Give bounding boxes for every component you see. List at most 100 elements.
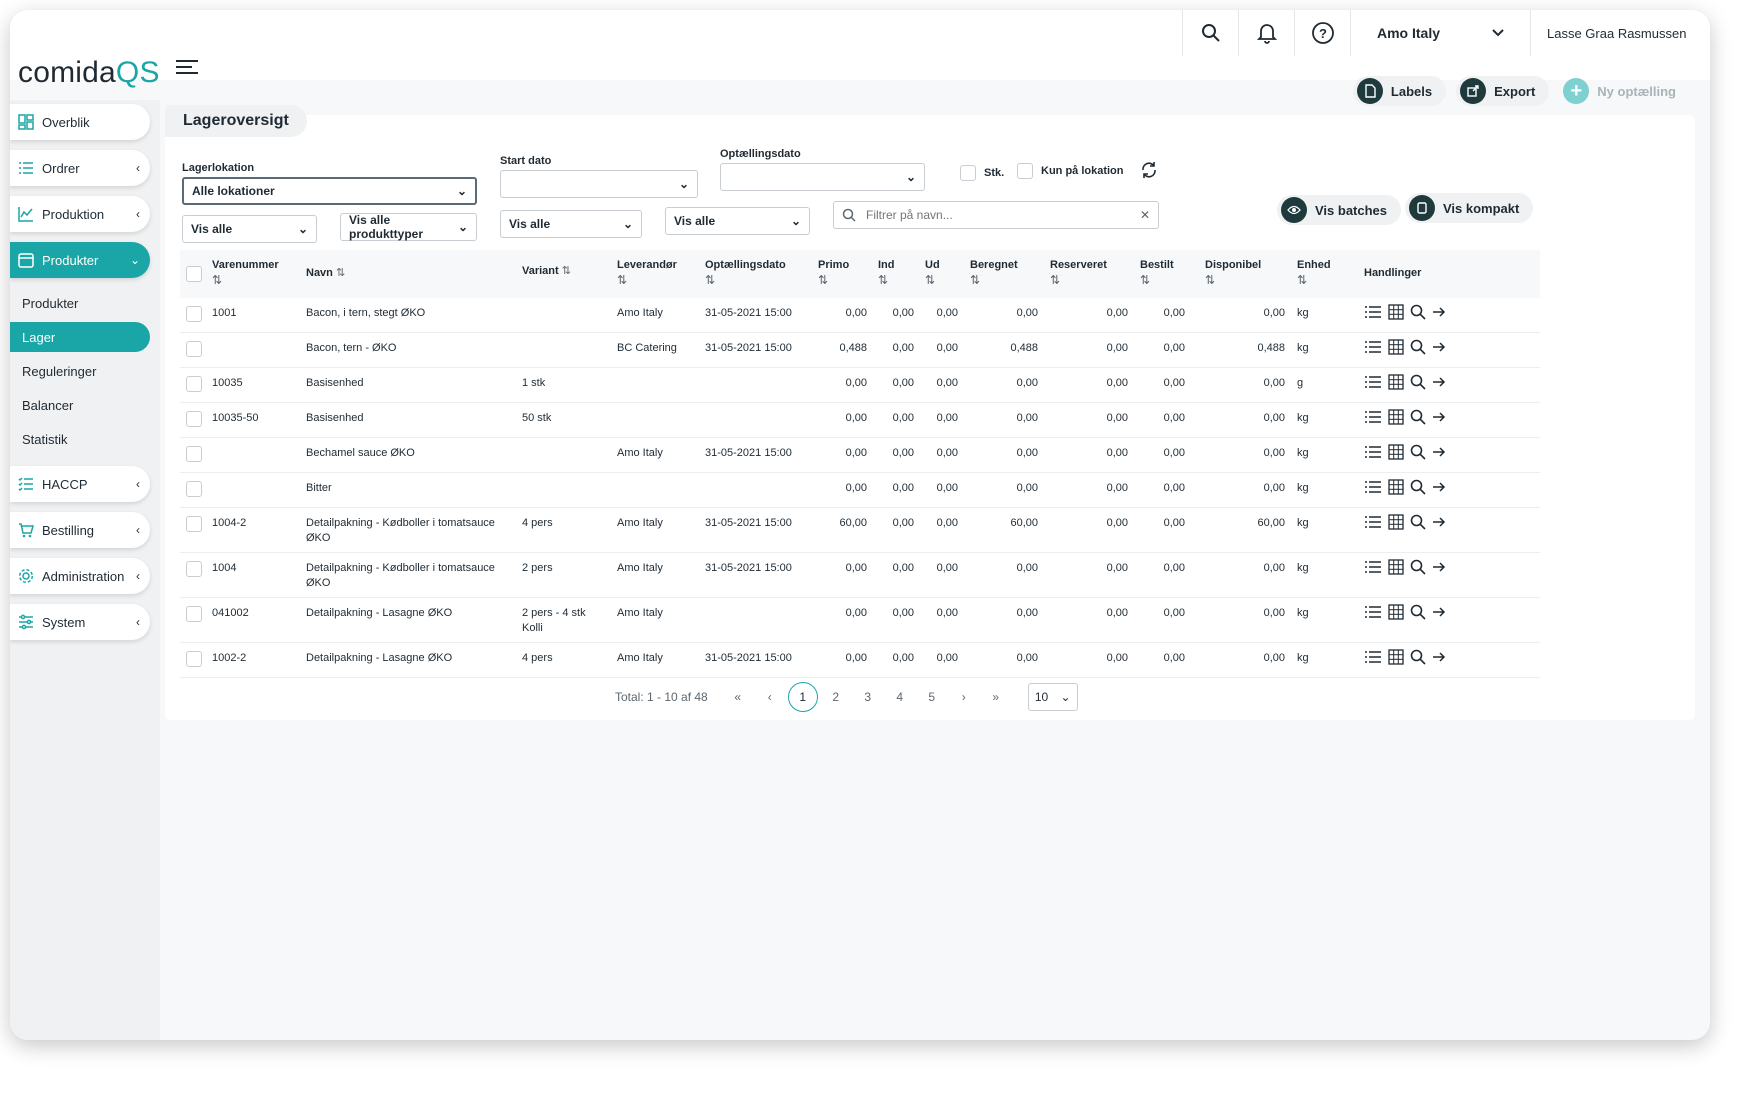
select-all-checkbox[interactable] <box>186 266 202 282</box>
grid-icon[interactable] <box>1388 409 1404 428</box>
sidebar-item-administration[interactable]: Administration ‹ <box>10 558 150 594</box>
col-ud[interactable]: Ud ⇅ <box>925 258 940 288</box>
sidebar-subitem-statistik[interactable]: Statistik <box>10 424 150 454</box>
app-logo[interactable]: comidaQS <box>18 56 160 90</box>
search-icon[interactable] <box>1410 339 1426 358</box>
location-selector[interactable]: Amo Italy <box>1350 10 1530 56</box>
col-beregnet[interactable]: Beregnet ⇅ <box>970 258 1018 288</box>
stk-toggle[interactable]: Stk. <box>960 165 1004 181</box>
sort-icon[interactable]: ⇅ <box>1050 273 1107 288</box>
list-icon[interactable] <box>1364 480 1382 497</box>
col-optaellingsdato[interactable]: Optællingsdato ⇅ <box>705 258 786 288</box>
lagerlokation-select[interactable]: Alle lokationer ⌄ <box>182 177 477 205</box>
row-checkbox[interactable] <box>186 306 202 322</box>
grid-icon[interactable] <box>1388 514 1404 533</box>
start-dato-select[interactable]: ⌄ <box>500 170 698 198</box>
arrow-right-icon[interactable] <box>1432 516 1446 531</box>
arrow-right-icon[interactable] <box>1432 606 1446 621</box>
arrow-right-icon[interactable] <box>1432 561 1446 576</box>
menu-toggle-icon[interactable] <box>176 60 198 78</box>
sort-icon[interactable]: ⇅ <box>925 273 940 288</box>
row-checkbox[interactable] <box>186 446 202 462</box>
sort-icon[interactable]: ⇅ <box>1205 273 1261 288</box>
page-button[interactable]: 5 <box>916 690 948 704</box>
page-button[interactable]: 1 <box>787 682 818 712</box>
export-button[interactable]: Export <box>1456 76 1550 106</box>
search-icon[interactable] <box>1410 604 1426 623</box>
sidebar-subitem-reguleringer[interactable]: Reguleringer <box>10 356 150 386</box>
row-checkbox[interactable] <box>186 561 202 577</box>
sidebar-subitem-produkter[interactable]: Produkter <box>10 288 150 318</box>
sidebar-subitem-lager[interactable]: Lager <box>10 322 150 352</box>
sort-icon[interactable]: ⇅ <box>336 267 345 279</box>
arrow-right-icon[interactable] <box>1432 446 1446 461</box>
col-leverandor[interactable]: Leverandør ⇅ <box>617 258 677 288</box>
sidebar-item-produkter[interactable]: Produkter ⌄ <box>10 242 150 278</box>
sort-icon[interactable]: ⇅ <box>1297 273 1331 288</box>
user-name[interactable]: Lasse Graa Rasmussen <box>1530 10 1710 56</box>
search-icon[interactable] <box>1410 444 1426 463</box>
last-page-icon[interactable]: » <box>980 690 1012 704</box>
search-icon[interactable] <box>1410 409 1426 428</box>
vis-alle-select-3[interactable]: Vis alle ⌄ <box>665 207 810 235</box>
search-icon[interactable] <box>1410 304 1426 323</box>
list-icon[interactable] <box>1364 445 1382 462</box>
list-icon[interactable] <box>1364 305 1382 322</box>
list-icon[interactable] <box>1364 560 1382 577</box>
vis-batches-button[interactable]: Vis batches <box>1277 195 1402 225</box>
search-icon[interactable] <box>1182 10 1238 56</box>
col-varenummer[interactable]: Varenummer ⇅ <box>212 258 279 288</box>
col-ind[interactable]: Ind ⇅ <box>878 258 895 288</box>
sidebar-item-ordrer[interactable]: Ordrer ‹ <box>10 150 150 186</box>
bell-icon[interactable] <box>1238 10 1294 56</box>
page-size-select[interactable]: 10 ⌄ <box>1027 683 1078 711</box>
grid-icon[interactable] <box>1388 304 1404 323</box>
arrow-right-icon[interactable] <box>1432 376 1446 391</box>
col-reserveret[interactable]: Reserveret ⇅ <box>1050 258 1107 288</box>
page-button[interactable]: 3 <box>852 690 884 704</box>
new-count-button[interactable]: + Ny optælling <box>1559 76 1690 106</box>
prev-page-icon[interactable]: ‹ <box>754 690 786 704</box>
grid-icon[interactable] <box>1388 444 1404 463</box>
search-icon[interactable] <box>1410 479 1426 498</box>
list-icon[interactable] <box>1364 410 1382 427</box>
sidebar-item-produktion[interactable]: Produktion ‹ <box>10 196 150 232</box>
first-page-icon[interactable]: « <box>722 690 754 704</box>
page-button[interactable]: 4 <box>884 690 916 704</box>
search-field[interactable]: ✕ <box>833 201 1159 229</box>
arrow-right-icon[interactable] <box>1432 411 1446 426</box>
stk-checkbox[interactable] <box>960 165 976 181</box>
grid-icon[interactable] <box>1388 339 1404 358</box>
sidebar-item-haccp[interactable]: HACCP ‹ <box>10 466 150 502</box>
grid-icon[interactable] <box>1388 374 1404 393</box>
arrow-right-icon[interactable] <box>1432 651 1446 666</box>
sidebar-item-system[interactable]: System ‹ <box>10 604 150 640</box>
grid-icon[interactable] <box>1388 604 1404 623</box>
sort-icon[interactable]: ⇅ <box>212 273 279 288</box>
search-icon[interactable] <box>1410 514 1426 533</box>
produkttyper-select[interactable]: Vis alle produkttyper ⌄ <box>340 213 477 241</box>
kun-paa-lokation-toggle[interactable]: Kun på lokation <box>1017 163 1124 179</box>
row-checkbox[interactable] <box>186 651 202 667</box>
vis-alle-select-2[interactable]: Vis alle ⌄ <box>500 210 642 238</box>
search-icon[interactable] <box>1410 559 1426 578</box>
optaellingsdato-select[interactable]: ⌄ <box>720 163 925 191</box>
sort-icon[interactable]: ⇅ <box>878 273 895 288</box>
search-input[interactable] <box>866 208 1140 222</box>
list-icon[interactable] <box>1364 375 1382 392</box>
vis-kompakt-button[interactable]: Vis kompakt <box>1405 193 1534 223</box>
col-bestilt[interactable]: Bestilt ⇅ <box>1140 258 1174 288</box>
grid-icon[interactable] <box>1388 649 1404 668</box>
sidebar-subitem-balancer[interactable]: Balancer <box>10 390 150 420</box>
sidebar-item-bestilling[interactable]: Bestilling ‹ <box>10 512 150 548</box>
row-checkbox[interactable] <box>186 376 202 392</box>
sort-icon[interactable]: ⇅ <box>818 273 849 288</box>
list-icon[interactable] <box>1364 515 1382 532</box>
clear-icon[interactable]: ✕ <box>1140 208 1150 222</box>
refresh-icon[interactable] <box>1140 161 1158 184</box>
help-icon[interactable]: ? <box>1294 10 1350 56</box>
next-page-icon[interactable]: › <box>948 690 980 704</box>
labels-button[interactable]: Labels <box>1352 76 1447 106</box>
row-checkbox[interactable] <box>186 411 202 427</box>
row-checkbox[interactable] <box>186 516 202 532</box>
